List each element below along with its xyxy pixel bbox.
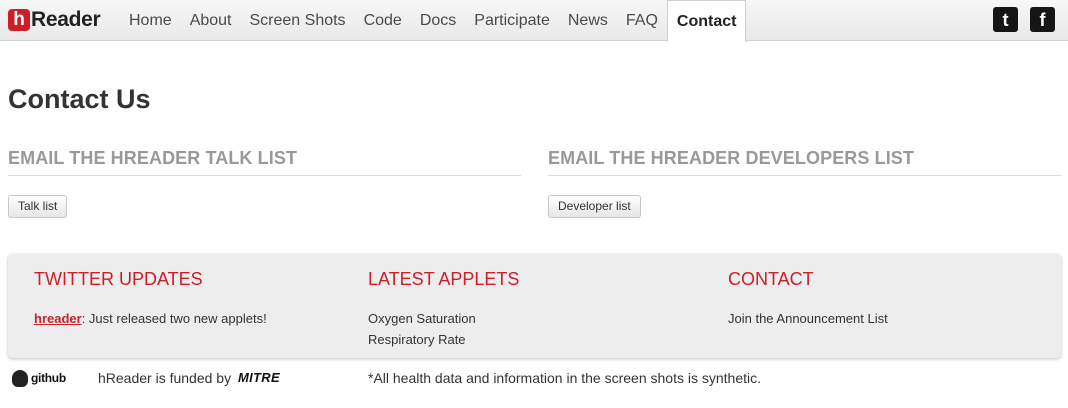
mitre-logo[interactable]: MITRE [238,370,280,385]
nav-item-about[interactable]: About [181,0,241,41]
divider [548,175,1061,176]
announcement-list-link[interactable]: Join the Announcement List [728,311,888,326]
github-wordmark: github [31,371,66,385]
nav-item-news[interactable]: News [559,0,617,41]
nav-item-home[interactable]: Home [120,0,181,41]
nav-item-screen-shots[interactable]: Screen Shots [241,0,355,41]
brand-name: Reader [31,8,101,31]
synthetic-data-disclaimer: *All health data and information in the … [368,370,761,386]
contact-heading: Contact [728,269,814,289]
divider [8,175,521,176]
applet-link-respiratory-rate[interactable]: Respiratory Rate [368,332,466,347]
nav-item-contact[interactable]: Contact [666,0,747,42]
twitter-icon[interactable]: t [993,7,1018,32]
brand-logo[interactable]: h Reader [8,8,101,32]
main-nav: Home About Screen Shots Code Docs Partic… [120,0,747,42]
developer-list-button[interactable]: Developer list [548,195,641,218]
twitter-updates-heading: Twitter Updates [34,269,203,289]
footer-panel: Twitter Updates hreader: Just released t… [8,254,1061,358]
page-title: Contact Us [8,84,151,114]
top-navbar: h Reader Home About Screen Shots Code Do… [0,0,1068,42]
brand-badge: h [8,9,30,31]
github-logo[interactable]: github [12,368,66,388]
social-links: t [993,7,1018,32]
nav-item-faq[interactable]: FAQ [617,0,667,41]
talk-list-button[interactable]: Talk list [8,195,68,218]
latest-applets-heading: Latest Applets [368,269,520,289]
tweet: hreader: Just released two new applets! [34,311,267,326]
octocat-icon [12,369,28,387]
nav-item-docs[interactable]: Docs [411,0,465,41]
nav-item-participate[interactable]: Participate [465,0,559,41]
twitter-handle-link[interactable]: hreader [34,311,82,326]
funded-by-text: hReader is funded by [98,370,232,386]
tweet-text: : Just released two new applets! [81,311,267,326]
talk-list-heading: Email the hReader Talk List [8,148,298,168]
nav-item-code[interactable]: Code [355,0,411,41]
facebook-icon[interactable]: f [1030,7,1055,32]
social-links-fb: f [1030,7,1055,32]
applet-link-oxygen-saturation[interactable]: Oxygen Saturation [368,311,476,326]
developers-list-heading: Email the hReader Developers List [548,148,915,168]
